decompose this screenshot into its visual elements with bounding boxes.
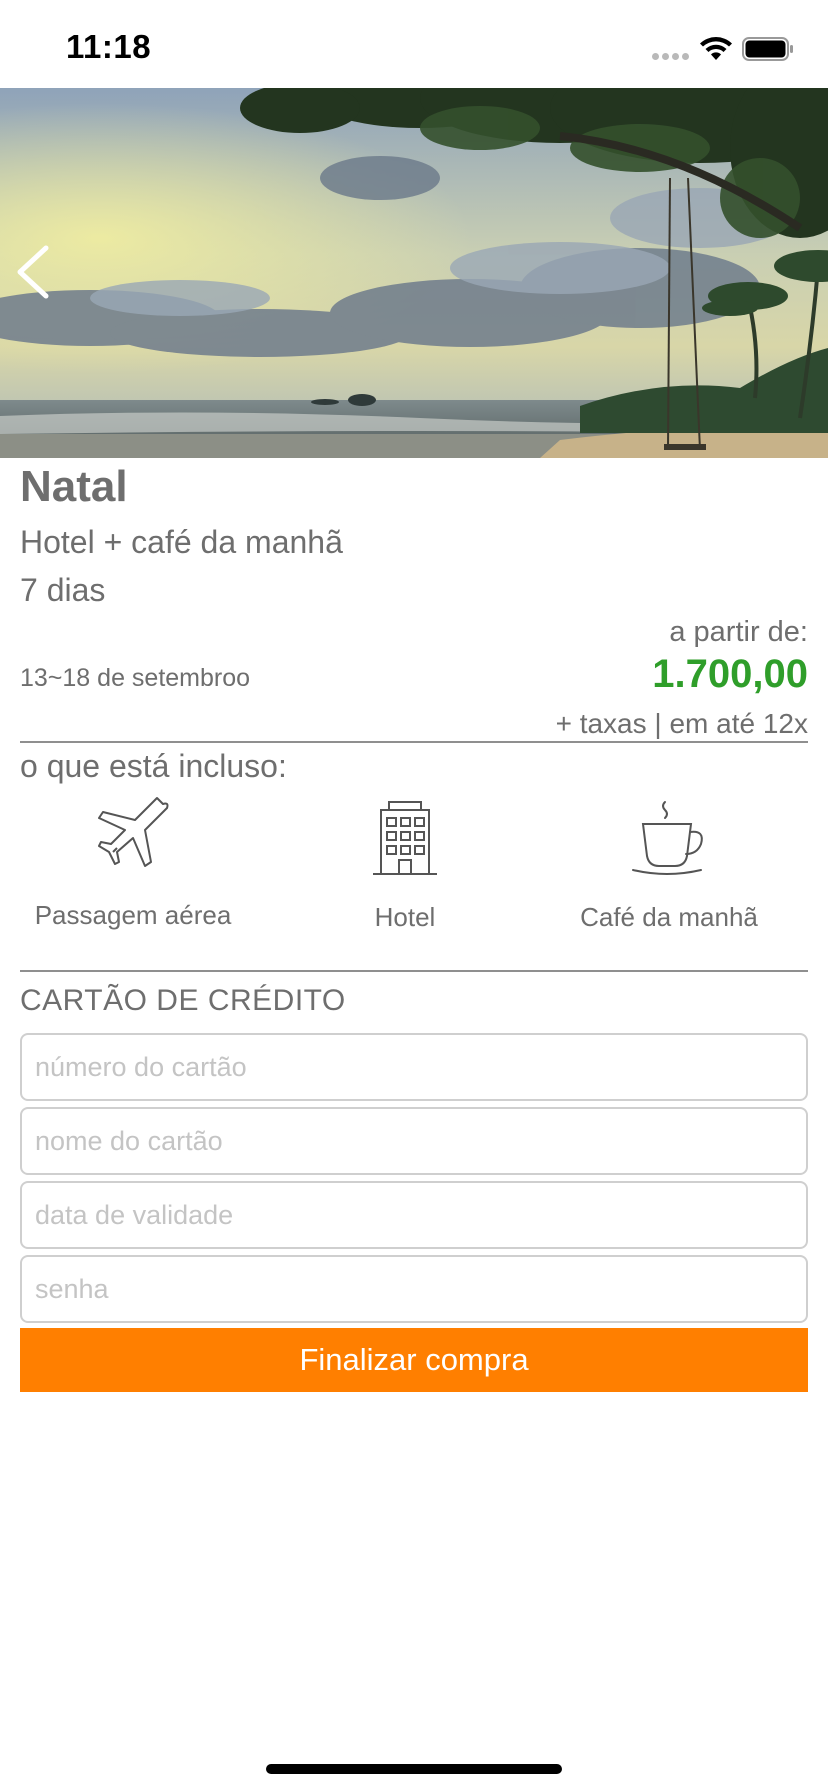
battery-icon [742, 37, 793, 61]
amenity-label: Café da manhã [580, 902, 758, 932]
amenity-label: Passagem aérea [34, 900, 232, 930]
expiry-date-field[interactable] [20, 1181, 808, 1249]
home-indicator[interactable] [266, 1764, 562, 1774]
package-description: Hotel + café da manhã [20, 524, 343, 560]
expiry-date-input[interactable] [22, 1183, 806, 1247]
card-number-field[interactable] [20, 1033, 808, 1101]
building-icon [373, 801, 437, 875]
finish-purchase-button[interactable]: Finalizar compra [20, 1328, 808, 1392]
included-label: o que está incluso: [20, 748, 287, 784]
amenity-label: Hotel [374, 902, 436, 932]
hero-beach-image [0, 88, 828, 458]
password-field[interactable] [20, 1255, 808, 1323]
amenity-flight: Passagem aérea [2, 796, 264, 931]
card-name-field[interactable] [20, 1107, 808, 1175]
password-input[interactable] [22, 1257, 806, 1321]
amenity-breakfast: Café da manhã [538, 798, 800, 933]
back-chevron-icon[interactable] [14, 244, 54, 300]
price-value: 1.700,00 [652, 652, 808, 696]
status-time: 11:18 [66, 28, 152, 65]
trip-dates: 13~18 de setembroo [20, 664, 251, 692]
credit-card-header: CARTÃO DE CRÉDITO [20, 984, 346, 1017]
wifi-icon [700, 37, 732, 60]
destination-title: Natal [20, 462, 128, 511]
amenity-hotel: Hotel [274, 798, 536, 933]
signal-dots-icon [652, 53, 689, 60]
coffee-cup-icon [632, 801, 703, 875]
price-note: + taxas | em até 12x [555, 708, 808, 739]
trip-duration: 7 dias [20, 572, 106, 608]
card-name-input[interactable] [22, 1109, 806, 1173]
card-number-input[interactable] [22, 1035, 806, 1099]
status-bar: 11:18 [0, 0, 828, 88]
price-prefix: a partir de: [669, 616, 808, 648]
divider [20, 741, 808, 743]
airplane-icon [98, 797, 169, 867]
divider [20, 970, 808, 972]
